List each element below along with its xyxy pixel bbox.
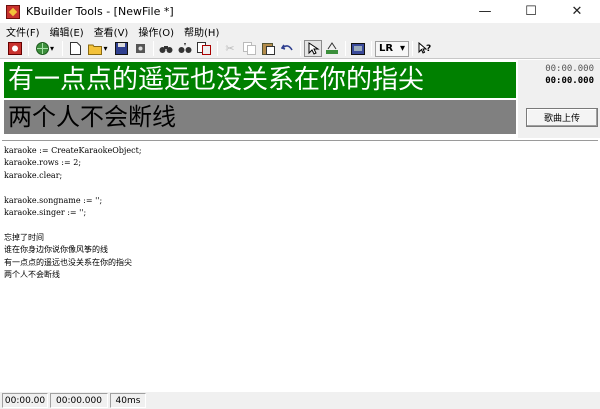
editor-line: karaoke.rows := 2; (4, 158, 82, 168)
svg-text:?: ? (426, 44, 431, 54)
globe-icon[interactable] (32, 40, 58, 57)
cut-icon[interactable]: ✂ (221, 40, 239, 57)
open-folder-icon[interactable] (85, 40, 111, 57)
menu-operate[interactable]: 操作(O) (134, 24, 180, 39)
toolbar-separator (371, 41, 372, 56)
undo-icon[interactable] (278, 40, 296, 57)
lyric-line-next: 两个人不会断线 (4, 100, 516, 134)
find-next-icon[interactable] (176, 40, 194, 57)
save-icon[interactable] (112, 40, 130, 57)
status-interval: 40ms (110, 393, 146, 408)
paste-icon[interactable] (259, 40, 277, 57)
record-icon[interactable] (6, 40, 24, 57)
upload-song-button[interactable]: 歌曲上传 (526, 108, 598, 127)
menu-edit[interactable]: 编辑(E) (46, 24, 90, 39)
menu-help[interactable]: 帮助(H) (180, 24, 225, 39)
side-panel: 00:00.000 00:00.000 歌曲上传 (518, 60, 600, 138)
window-controls: — ☐ ✕ (462, 0, 600, 23)
pointer-icon[interactable] (304, 40, 322, 57)
find-icon[interactable] (157, 40, 175, 57)
title-bar: KBuilder Tools - [NewFile *] — ☐ ✕ (0, 0, 600, 23)
lyric-preview: 有一点点的遥远也没关系在你的指尖 两个人不会断线 (2, 60, 518, 136)
editor-line: 两个人不会断线 (4, 269, 60, 279)
chevron-down-icon: ▾ (399, 43, 405, 54)
close-button[interactable]: ✕ (554, 0, 600, 23)
editor-line: 谁在你身边你说你像风筝的线 (4, 245, 108, 255)
window-title: KBuilder Tools - [NewFile *] (26, 5, 174, 18)
copy-icon[interactable] (240, 40, 258, 57)
replace-icon[interactable] (195, 40, 213, 57)
lyric-line-current: 有一点点的遥远也没关系在你的指尖 (4, 62, 516, 98)
preview-icon[interactable] (349, 40, 367, 57)
maximize-button[interactable]: ☐ (508, 0, 554, 23)
status-position: 00:00.00 (2, 393, 48, 408)
editor-line: karaoke.clear; (4, 170, 63, 180)
lyric-edit-icon[interactable] (323, 40, 341, 57)
editor-line: 有一点点的遥远也没关系在你的指尖 (4, 257, 132, 267)
lr-dropdown[interactable]: LR ▾ (375, 40, 409, 57)
toolbar-separator (217, 41, 218, 56)
editor-line: karaoke.singer := ''; (4, 207, 87, 217)
toolbar-separator (345, 41, 346, 56)
settings-icon[interactable] (131, 40, 149, 57)
menu-bar: 文件(F) 编辑(E) 查看(V) 操作(O) 帮助(H) (0, 23, 600, 39)
toolbar-separator (28, 41, 29, 56)
toolbar-separator (153, 41, 154, 56)
toolbar-separator (412, 41, 413, 56)
total-time: 00:00.000 (545, 76, 594, 86)
status-duration: 00:00.000 (50, 393, 108, 408)
menu-view[interactable]: 查看(V) (90, 24, 135, 39)
status-bar: 00:00.00 00:00.000 40ms (0, 392, 600, 409)
editor-line: karaoke := CreateKaraokeObject; (4, 146, 142, 155)
editor-line: 忘掉了时间 (4, 232, 44, 242)
toolbar-separator (62, 41, 63, 56)
toolbar-separator (300, 41, 301, 56)
menu-file[interactable]: 文件(F) (2, 24, 46, 39)
lr-dropdown-label: LR (379, 43, 394, 54)
editor-line: karaoke.songname := ''; (4, 195, 103, 205)
toolbar: ✂ LR ▾ ? (0, 39, 600, 59)
new-file-icon[interactable] (66, 40, 84, 57)
script-editor[interactable]: karaoke := CreateKaraokeObject; karaoke.r… (2, 140, 598, 390)
elapsed-time: 00:00.000 (545, 64, 594, 74)
minimize-button[interactable]: — (462, 0, 508, 23)
app-logo-icon (6, 4, 20, 19)
help-pointer-icon[interactable]: ? (416, 40, 434, 57)
